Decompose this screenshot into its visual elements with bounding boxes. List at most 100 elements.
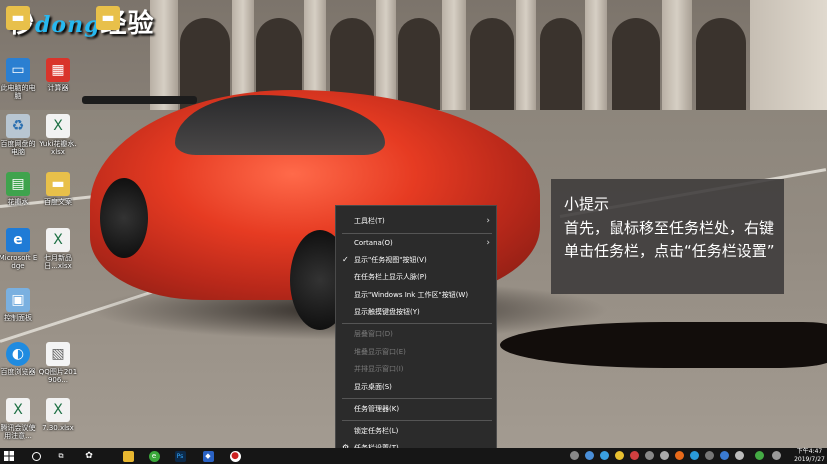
menu-item-show-task-view[interactable]: ✓ 显示"任务视图"按钮(V) <box>336 252 496 268</box>
menu-item-task-manager[interactable]: 任务管理器(K) <box>336 401 496 417</box>
start-button[interactable] <box>0 448 18 464</box>
tray-icon[interactable] <box>585 451 594 460</box>
taskbar-app-360-browser[interactable]: e <box>146 448 162 464</box>
desktop-icon-label: 百度文案 <box>44 198 72 206</box>
tray-icon[interactable] <box>675 451 684 460</box>
menu-item-lock-taskbar[interactable]: 锁定任务栏(L) <box>336 423 496 439</box>
windows-icon <box>4 451 14 461</box>
desktop-icon-image[interactable]: ▧ QQ图片201906... <box>38 342 78 384</box>
taskbar-app-file-explorer[interactable] <box>120 448 136 464</box>
menu-item-label: 层叠窗口(D) <box>354 330 393 338</box>
menu-item-side-by-side: 并排显示窗口(I) <box>336 361 496 377</box>
car-wing <box>82 96 197 104</box>
360-browser-icon: e <box>148 450 160 462</box>
taskbar-app-fan[interactable]: ✿ <box>81 448 97 464</box>
menu-item-label: 并排显示窗口(I) <box>354 365 404 373</box>
menu-item-show-ink-workspace[interactable]: 显示"Windows Ink 工作区"按钮(W) <box>336 287 496 303</box>
desktop-icon-excel-2[interactable]: X 七月新品日...xlsx <box>38 228 78 270</box>
car-front-lip <box>500 322 827 368</box>
tray-icon[interactable] <box>600 451 609 460</box>
taskbar-context-menu: 工具栏(T) › Cortana(O) › ✓ 显示"任务视图"按钮(V) 在任… <box>335 205 497 462</box>
taskbar-app-record[interactable]: ● <box>227 448 243 464</box>
car-wheel <box>100 178 148 258</box>
menu-item-label: 显示"Windows Ink 工作区"按钮(W) <box>354 291 469 299</box>
menu-item-toolbars[interactable]: 工具栏(T) › <box>336 213 496 229</box>
taskbar-app-photoshop[interactable]: Ps <box>172 448 188 464</box>
desktop-icon-folder-2[interactable]: ▬ <box>88 6 128 30</box>
desktop-icon-folder-3[interactable]: ▬ 百度文案 <box>38 172 78 206</box>
chevron-right-icon: › <box>486 238 490 248</box>
file-explorer-icon <box>122 450 134 462</box>
tray-icon[interactable] <box>645 451 654 460</box>
menu-item-label: 锁定任务栏(L) <box>354 427 399 435</box>
menu-separator <box>342 398 492 399</box>
desktop-icon-label: 计算器 <box>47 84 69 92</box>
desktop-icon-edge[interactable]: e Microsoft Edge <box>0 228 38 270</box>
image-file-icon: ▧ <box>46 342 70 366</box>
desktop-icon-label: 百度网盘的电脑 <box>0 140 36 156</box>
control-panel-icon: ▣ <box>6 288 30 312</box>
chevron-right-icon: › <box>486 216 490 226</box>
desktop-icon-excel-1[interactable]: X Yuki花瓣水.xlsx <box>38 114 78 156</box>
excel-file-icon: X <box>6 398 30 422</box>
tray-icon[interactable] <box>705 451 714 460</box>
wallpaper-arch <box>696 18 746 116</box>
desktop-icon-recycle-bin[interactable]: ♻ 百度网盘的电脑 <box>0 114 38 156</box>
tray-icon[interactable] <box>570 451 579 460</box>
tip-body: 首先，鼠标移至任务栏处，右键单击任务栏，点击“任务栏设置” <box>564 219 775 260</box>
desktop-icon-label: 七月新品日...xlsx <box>44 254 72 270</box>
tray-icon[interactable] <box>690 451 699 460</box>
tray-icon[interactable] <box>615 451 624 460</box>
menu-item-show-touch-keyboard[interactable]: 显示触摸键盘按钮(Y) <box>336 304 496 320</box>
browser-icon: ◐ <box>6 342 30 366</box>
menu-item-show-people[interactable]: 在任务栏上显示人脉(P) <box>336 269 496 285</box>
network-icon[interactable] <box>755 451 764 460</box>
wallpaper-column <box>750 0 827 115</box>
clock-date: 2019/7/27 <box>794 456 825 463</box>
menu-item-label: 工具栏(T) <box>354 217 385 225</box>
desktop-icon-label: 百度浏览器 <box>0 368 36 376</box>
wallpaper-arch <box>470 18 514 116</box>
wallpaper-arch <box>540 18 582 116</box>
task-view-button[interactable]: ⧉ <box>54 448 68 464</box>
desktop-icon-calculator[interactable]: ▦ 计算器 <box>38 58 78 92</box>
fan-icon: ✿ <box>85 451 93 461</box>
computer-icon: ▭ <box>6 58 30 82</box>
recycle-bin-icon: ♻ <box>6 114 30 138</box>
taskbar-app-blue[interactable]: ◆ <box>200 448 216 464</box>
wallpaper-column <box>585 0 607 115</box>
tray-icon[interactable] <box>660 451 669 460</box>
excel-file-icon: X <box>46 398 70 422</box>
app-blue-icon: ◆ <box>202 450 214 462</box>
desktop-icon-excel-4[interactable]: X 7.30.xlsx <box>38 398 78 432</box>
tip-title: 小提示 <box>564 195 610 213</box>
menu-separator <box>342 323 492 324</box>
menu-separator <box>342 233 492 234</box>
desktop-icon-computer[interactable]: ▭ 此电脑的电脑 <box>0 58 38 100</box>
desktop-icon-control-panel[interactable]: ▣ 控制面板 <box>0 288 38 322</box>
desktop-icon-label: 腾讯会议使用注意... <box>0 424 36 440</box>
wallpaper-arch <box>612 18 660 116</box>
tip-panel: 小提示 首先，鼠标移至任务栏处，右键单击任务栏，点击“任务栏设置” <box>551 179 784 294</box>
desktop-icon-label: Yuki花瓣水.xlsx <box>39 140 77 156</box>
taskbar[interactable]: ⧉ ✿ e Ps ◆ ● 下午4:47 2019/7/27 <box>0 448 827 464</box>
excel-file-icon: X <box>46 228 70 252</box>
wallpaper-column <box>442 0 466 115</box>
desktop-icon-excel-3[interactable]: X 腾讯会议使用注意... <box>0 398 38 440</box>
volume-icon[interactable] <box>735 451 744 460</box>
search-button[interactable] <box>29 448 43 464</box>
taskbar-clock[interactable]: 下午4:47 2019/7/27 <box>792 448 827 464</box>
record-icon: ● <box>229 450 241 462</box>
desktop-icon-browser[interactable]: ◐ 百度浏览器 <box>0 342 38 376</box>
menu-item-cortana[interactable]: Cortana(O) › <box>336 235 496 251</box>
tray-icon[interactable] <box>630 451 639 460</box>
edge-icon: e <box>6 228 30 252</box>
desktop-icon-folder-1[interactable]: ▬ <box>0 6 38 30</box>
folder-icon: ▬ <box>6 6 30 30</box>
tray-icon[interactable] <box>720 451 729 460</box>
desktop-icon-label: 7.30.xlsx <box>42 424 74 432</box>
notification-icon[interactable] <box>772 451 781 460</box>
menu-item-label: Cortana(O) <box>354 239 393 247</box>
desktop-icon-app[interactable]: ▤ 花瓣水 <box>0 172 38 206</box>
menu-item-show-desktop[interactable]: 显示桌面(S) <box>336 379 496 395</box>
